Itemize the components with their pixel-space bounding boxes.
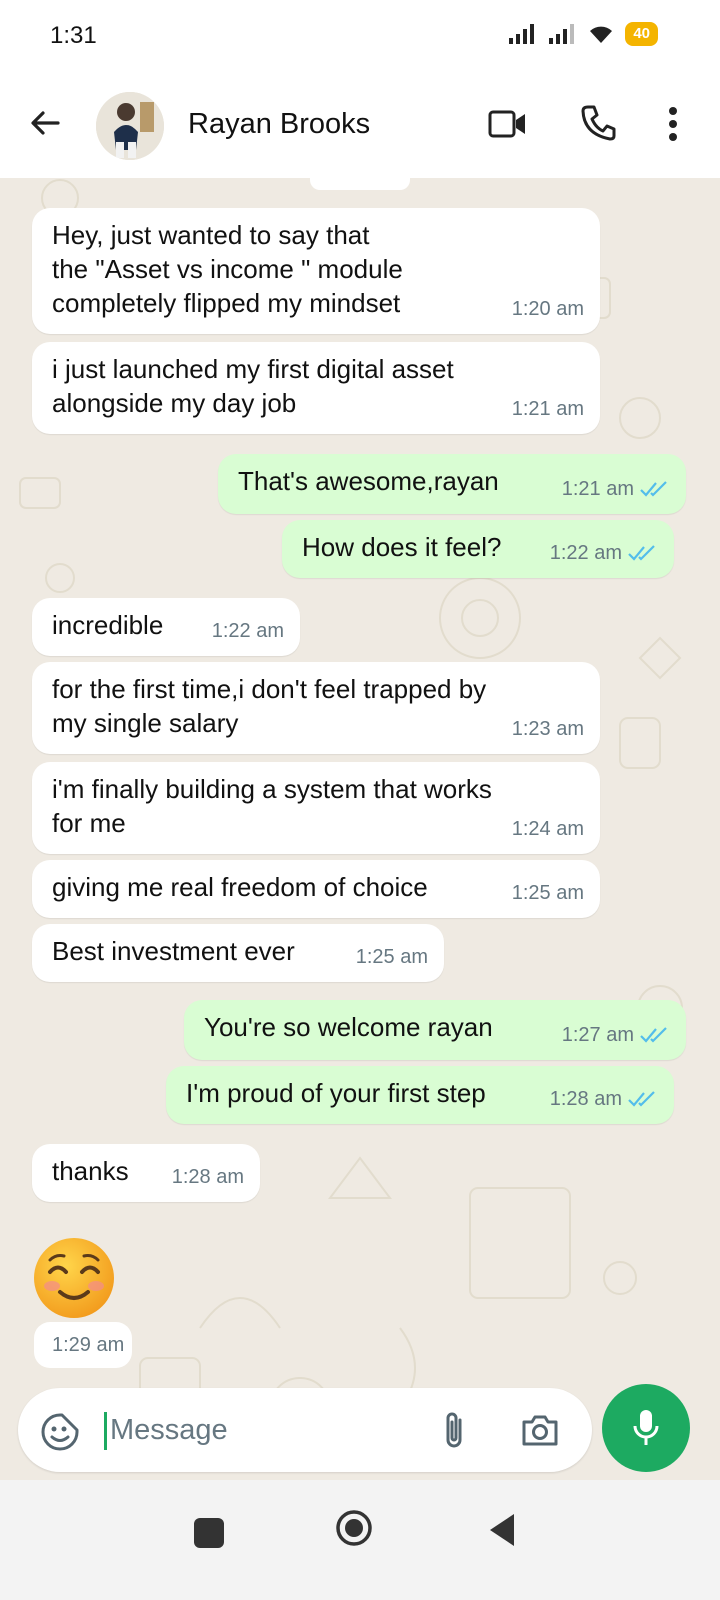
message-time: 1:22 am	[549, 542, 622, 564]
message-time: 1:21 am	[561, 478, 634, 500]
message-time: 1:25 am	[511, 882, 584, 904]
double-check-icon	[640, 1027, 667, 1043]
system-nav-bar	[0, 1480, 720, 1600]
message-bubble-incoming[interactable]: incredible 1:22 am	[32, 598, 300, 656]
chat-area[interactable]: Hey, just wanted to say that the "Asset …	[0, 178, 720, 1510]
sticker-time: 1:29 am	[52, 1334, 125, 1356]
attach-icon[interactable]	[442, 1410, 466, 1452]
message-time: 1:28 am	[549, 1088, 622, 1110]
message-bubble-outgoing[interactable]: I'm proud of your first step 1:28 am	[166, 1066, 674, 1124]
message-time: 1:25 am	[355, 946, 428, 968]
message-composer[interactable]	[18, 1388, 592, 1472]
message-time: 1:23 am	[511, 718, 584, 740]
double-check-icon	[628, 1091, 655, 1107]
date-pill	[310, 178, 410, 190]
message-meta: 1:28 am	[172, 1160, 244, 1194]
message-bubble-incoming[interactable]: for the first time,i don't feel trapped …	[32, 662, 600, 754]
mic-icon	[633, 1410, 659, 1445]
message-meta: 1:25 am	[356, 940, 428, 974]
message-meta: 1:20 am	[512, 292, 584, 326]
text-cursor	[104, 1412, 107, 1450]
message-text: giving me real freedom of choice	[52, 872, 428, 902]
message-bubble-outgoing[interactable]: That's awesome,rayan 1:21 am	[218, 454, 686, 514]
chat-header: Rayan Brooks	[0, 70, 720, 178]
message-time: 1:28 am	[171, 1166, 244, 1188]
sticker-icon[interactable]	[40, 1412, 80, 1452]
back-nav-button[interactable]	[488, 1512, 516, 1548]
message-text: i just launched my first digital asset a…	[52, 354, 454, 418]
message-meta: 1:25 am	[512, 876, 584, 910]
message-bubble-incoming[interactable]: Best investment ever 1:25 am	[32, 924, 444, 982]
recents-button[interactable]	[194, 1518, 224, 1548]
message-text: i'm finally building a system that works…	[52, 774, 492, 838]
message-bubble-outgoing[interactable]: How does it feel? 1:22 am	[282, 520, 674, 578]
mic-button[interactable]	[602, 1384, 690, 1472]
message-time: 1:20 am	[511, 298, 584, 320]
contact-name[interactable]: Rayan Brooks	[188, 108, 370, 141]
message-meta: 1:22 am	[212, 614, 284, 648]
status-icons: 40	[507, 22, 658, 46]
double-check-icon	[640, 481, 667, 497]
avatar[interactable]	[96, 92, 164, 160]
back-arrow-icon[interactable]	[28, 106, 62, 140]
message-meta: 1:27 am	[562, 1018, 670, 1052]
avatar-photo	[96, 92, 164, 160]
double-check-icon	[628, 545, 655, 561]
battery-indicator: 40	[625, 22, 658, 46]
wifi-icon	[590, 26, 613, 43]
message-bubble-incoming[interactable]: i just launched my first digital asset a…	[32, 342, 600, 434]
message-meta: 1:23 am	[512, 712, 584, 746]
message-bubble-incoming[interactable]: Hey, just wanted to say that the "Asset …	[32, 208, 600, 334]
message-bubble-incoming[interactable]: i'm finally building a system that works…	[32, 762, 600, 854]
message-input[interactable]	[110, 1406, 410, 1454]
camera-icon[interactable]	[520, 1412, 560, 1448]
message-meta: 1:28 am	[550, 1082, 658, 1116]
message-meta: 1:22 am	[550, 536, 658, 570]
message-time: 1:21 am	[511, 398, 584, 420]
message-time: 1:24 am	[511, 818, 584, 840]
message-text: for the first time,i don't feel trapped …	[52, 674, 487, 738]
home-button[interactable]	[334, 1508, 374, 1548]
message-time: 1:22 am	[211, 620, 284, 642]
more-options-icon[interactable]	[668, 106, 678, 142]
message-meta: 1:21 am	[512, 392, 584, 426]
message-bubble-incoming[interactable]: giving me real freedom of choice 1:25 am	[32, 860, 600, 918]
message-bubble-incoming[interactable]: thanks 1:28 am	[32, 1144, 260, 1202]
message-text: Hey, just wanted to say that the "Asset …	[52, 220, 403, 318]
voice-call-icon[interactable]	[580, 104, 616, 142]
signal-icon-2	[549, 24, 575, 44]
status-time: 1:31	[50, 22, 97, 49]
sticker-time-bubble: 1:29 am	[34, 1322, 132, 1368]
message-meta: 1:24 am	[512, 812, 584, 846]
status-bar: 1:31 40	[0, 0, 720, 70]
message-meta: 1:21 am	[562, 472, 670, 506]
video-call-icon[interactable]	[488, 108, 528, 140]
message-bubble-outgoing[interactable]: You're so welcome rayan 1:27 am	[184, 1000, 686, 1060]
message-time: 1:27 am	[561, 1024, 634, 1046]
signal-icon	[509, 24, 535, 44]
smiling-face-emoji-icon[interactable]	[32, 1236, 116, 1320]
